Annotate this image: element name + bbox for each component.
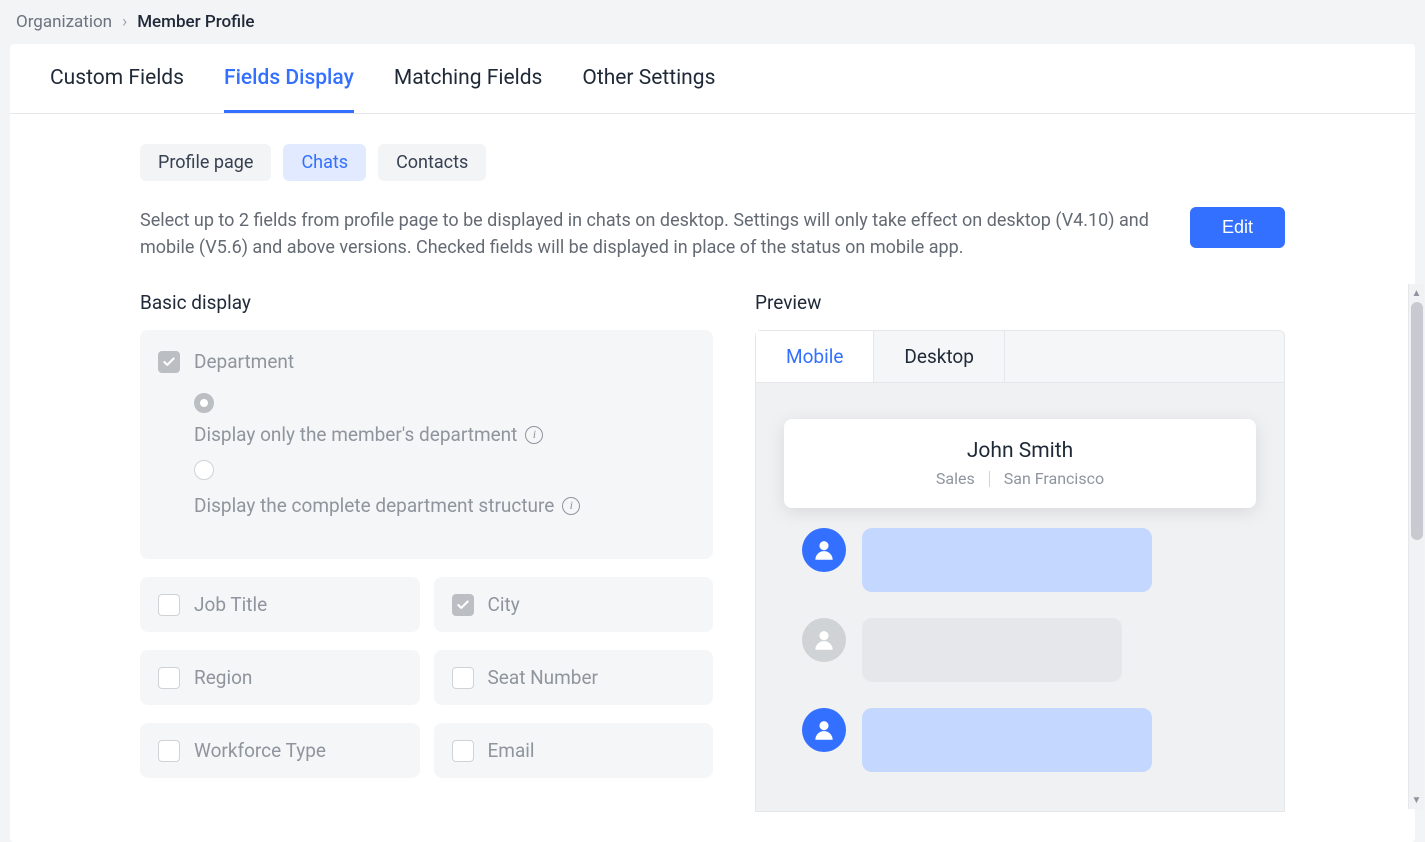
checkbox-city[interactable]	[452, 594, 474, 616]
preview-dept-value: Sales	[936, 469, 975, 488]
field-email[interactable]: Email	[434, 723, 714, 778]
tab-custom-fields[interactable]: Custom Fields	[50, 44, 184, 113]
basic-display-title: Basic display	[140, 291, 713, 314]
sub-tabs: Profile page Chats Contacts	[140, 144, 1285, 181]
checkbox-job-title[interactable]	[158, 594, 180, 616]
chat-row	[802, 618, 1238, 682]
chat-bubble	[862, 708, 1152, 772]
chat-row	[802, 708, 1238, 772]
department-block: Department Display only the member's dep…	[140, 330, 713, 559]
radio-display-member-dept[interactable]: Display only the member's department i	[194, 393, 695, 446]
department-checkbox[interactable]	[158, 351, 180, 373]
field-workforce-type[interactable]: Workforce Type	[140, 723, 420, 778]
scrollbar[interactable]: ▲ ▼	[1408, 284, 1424, 809]
preview-title: Preview	[755, 291, 1285, 314]
basic-display-column: Basic display Department Display only th…	[140, 291, 713, 778]
checkbox-workforce-type[interactable]	[158, 740, 180, 762]
radio-label-member-dept: Display only the member's department i	[194, 423, 695, 446]
chevron-down-icon[interactable]: ▼	[1409, 791, 1424, 809]
preview-profile-meta: Sales San Francisco	[808, 469, 1232, 488]
department-checkbox-row[interactable]: Department	[158, 350, 695, 373]
field-job-title[interactable]: Job Title	[140, 577, 420, 632]
tab-other-settings[interactable]: Other Settings	[582, 44, 715, 113]
field-label: Seat Number	[488, 666, 599, 689]
subtab-contacts[interactable]: Contacts	[378, 144, 486, 181]
field-city[interactable]: City	[434, 577, 714, 632]
preview-city-value: San Francisco	[1004, 469, 1104, 488]
chat-row	[802, 528, 1238, 592]
preview-column: Preview Mobile Desktop John Smith Sales …	[755, 291, 1285, 812]
field-label: Workforce Type	[194, 739, 326, 762]
field-label: Region	[194, 666, 252, 689]
preview-tabs: Mobile Desktop	[755, 330, 1285, 382]
description-text: Select up to 2 fields from profile page …	[140, 207, 1166, 261]
field-seat-number[interactable]: Seat Number	[434, 650, 714, 705]
preview-chat-messages	[784, 528, 1256, 772]
main-tabs: Custom Fields Fields Display Matching Fi…	[10, 44, 1415, 114]
field-label: Job Title	[194, 593, 267, 616]
chat-bubble	[862, 528, 1152, 592]
department-label: Department	[194, 350, 294, 373]
subtab-chats[interactable]: Chats	[283, 144, 366, 181]
radio-circle-icon	[194, 460, 214, 480]
avatar-icon	[802, 618, 846, 662]
tab-fields-display[interactable]: Fields Display	[224, 44, 354, 113]
department-radio-group: Display only the member's department i D…	[158, 393, 695, 517]
field-label: Email	[488, 739, 535, 762]
scrollbar-thumb[interactable]	[1411, 302, 1423, 540]
description-row: Select up to 2 fields from profile page …	[140, 207, 1285, 261]
edit-button[interactable]: Edit	[1190, 207, 1285, 248]
tab-matching-fields[interactable]: Matching Fields	[394, 44, 543, 113]
field-label: City	[488, 593, 520, 616]
chevron-up-icon[interactable]: ▲	[1409, 284, 1424, 302]
breadcrumb-current: Member Profile	[137, 12, 254, 32]
field-region[interactable]: Region	[140, 650, 420, 705]
avatar-icon	[802, 528, 846, 572]
preview-body: John Smith Sales San Francisco	[755, 382, 1285, 812]
preview-tab-mobile[interactable]: Mobile	[756, 331, 874, 382]
info-icon[interactable]: i	[562, 497, 580, 515]
radio-display-complete-structure[interactable]: Display the complete department structur…	[194, 460, 695, 517]
preview-profile-card: John Smith Sales San Francisco	[784, 419, 1256, 508]
divider-icon	[989, 471, 990, 487]
main-panel: Custom Fields Fields Display Matching Fi…	[10, 44, 1415, 842]
chat-bubble	[862, 618, 1122, 682]
preview-tab-desktop[interactable]: Desktop	[874, 331, 1005, 382]
field-grid: Job Title City Region	[140, 577, 713, 778]
info-icon[interactable]: i	[525, 426, 543, 444]
checkbox-seat-number[interactable]	[452, 667, 474, 689]
preview-profile-name: John Smith	[808, 439, 1232, 463]
avatar-icon	[802, 708, 846, 752]
breadcrumb: Organization › Member Profile	[0, 0, 1425, 44]
chevron-right-icon: ›	[122, 12, 127, 32]
radio-circle-icon	[194, 393, 214, 413]
checkbox-email[interactable]	[452, 740, 474, 762]
content-area: Profile page Chats Contacts Select up to…	[10, 114, 1415, 842]
checkbox-region[interactable]	[158, 667, 180, 689]
radio-label-complete-structure: Display the complete department structur…	[194, 494, 695, 517]
subtab-profile-page[interactable]: Profile page	[140, 144, 271, 181]
breadcrumb-parent[interactable]: Organization	[16, 12, 112, 32]
